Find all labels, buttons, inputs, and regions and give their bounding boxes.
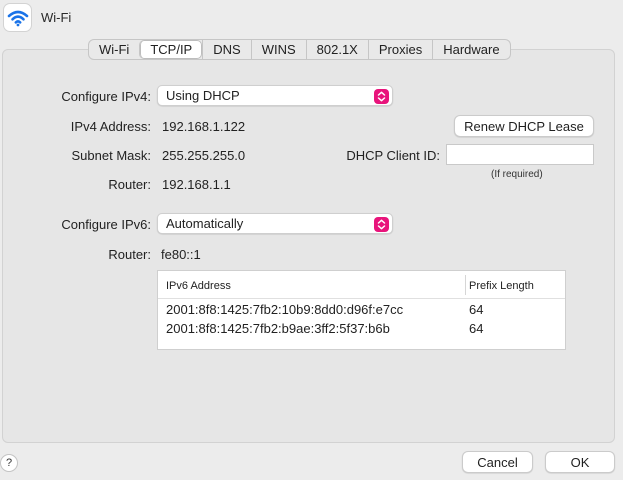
ipv4-router-value: 192.168.1.1 xyxy=(162,177,231,192)
tab-tcp-ip[interactable]: TCP/IP xyxy=(139,40,203,59)
wifi-icon xyxy=(7,10,28,26)
tab-bar: Wi-Fi TCP/IP DNS WINS 802.1X Proxies Har… xyxy=(88,39,511,60)
configure-ipv6-value: Automatically xyxy=(166,216,244,231)
help-button[interactable]: ? xyxy=(0,454,18,472)
subnet-mask-label: Subnet Mask: xyxy=(71,148,152,163)
ipv4-address-value: 192.168.1.122 xyxy=(162,119,246,134)
tab-dns[interactable]: DNS xyxy=(202,40,250,59)
configure-ipv4-select[interactable]: Using DHCP xyxy=(157,85,393,106)
configure-ipv4-label: Configure IPv4: xyxy=(61,89,151,104)
table-header-divider xyxy=(158,298,565,299)
tab-proxies[interactable]: Proxies xyxy=(367,40,432,59)
ipv6-router-label: Router: xyxy=(108,247,151,262)
column-divider xyxy=(465,275,466,295)
popup-chevrons-icon xyxy=(374,89,389,104)
table-row-prefix[interactable]: 64 xyxy=(469,321,483,336)
dhcp-client-id-label: DHCP Client ID: xyxy=(346,148,440,163)
tab-wifi[interactable]: Wi-Fi xyxy=(89,40,139,59)
tab-802-1x[interactable]: 802.1X xyxy=(305,40,368,59)
tab-hardware[interactable]: Hardware xyxy=(432,40,509,59)
configure-ipv6-select[interactable]: Automatically xyxy=(157,213,393,234)
ipv6-router-value: fe80::1 xyxy=(161,247,201,262)
cancel-button[interactable]: Cancel xyxy=(462,451,533,473)
window-title: Wi-Fi xyxy=(41,10,72,25)
table-row-address[interactable]: 2001:8f8:1425:7fb2:10b9:8dd0:d96f:e7cc xyxy=(166,302,403,317)
ok-button[interactable]: OK xyxy=(545,451,615,473)
configure-ipv4-value: Using DHCP xyxy=(166,88,240,103)
configure-ipv6-label: Configure IPv6: xyxy=(61,217,151,232)
subnet-mask-value: 255.255.255.0 xyxy=(162,148,246,163)
dhcp-client-id-hint: (If required) xyxy=(491,169,543,180)
tab-wins[interactable]: WINS xyxy=(250,40,306,59)
wifi-app-icon xyxy=(3,3,32,32)
table-row-prefix[interactable]: 64 xyxy=(469,302,483,317)
ipv6-address-table[interactable]: IPv6 Address Prefix Length 2001:8f8:1425… xyxy=(157,270,566,350)
ipv4-router-label: Router: xyxy=(108,177,151,192)
popup-chevrons-icon xyxy=(374,217,389,232)
ipv4-address-label: IPv4 Address: xyxy=(70,119,151,134)
ipv6-address-column-header[interactable]: IPv6 Address xyxy=(166,280,231,292)
settings-panel xyxy=(2,49,615,443)
renew-dhcp-lease-button[interactable]: Renew DHCP Lease xyxy=(454,115,594,137)
table-row-address[interactable]: 2001:8f8:1425:7fb2:b9ae:3ff2:5f37:b6b xyxy=(166,321,390,336)
dhcp-client-id-field[interactable] xyxy=(446,144,594,165)
prefix-length-column-header[interactable]: Prefix Length xyxy=(469,280,534,292)
